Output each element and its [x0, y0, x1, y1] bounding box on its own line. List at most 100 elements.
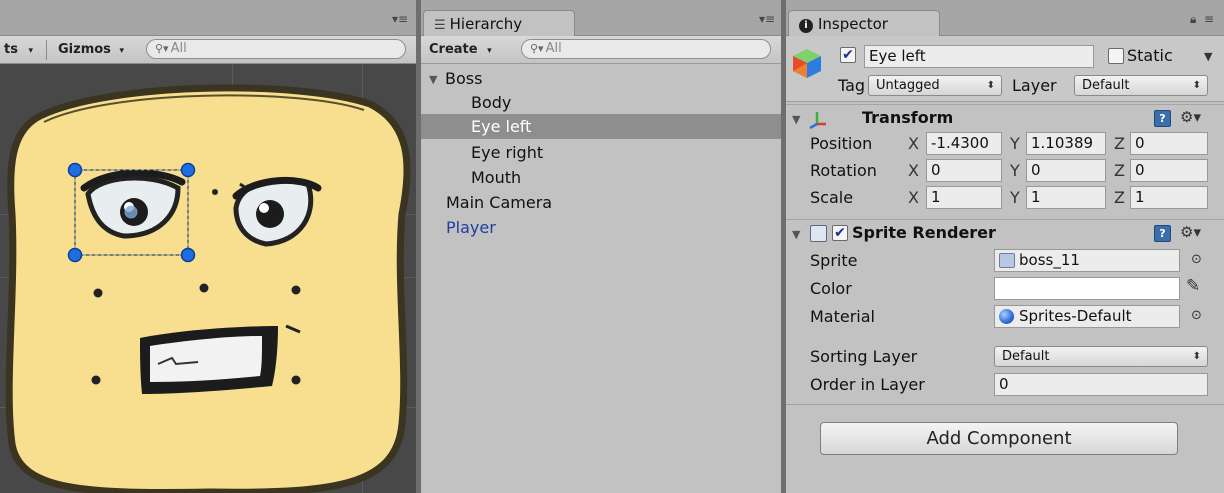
layer-dropdown[interactable]: Default ⬍ [1074, 75, 1208, 96]
rotation-y-field[interactable]: 0 [1026, 159, 1106, 182]
tab-hierarchy[interactable]: ☰ Hierarchy [423, 10, 575, 37]
foldout-arrow-icon[interactable]: ▼ [429, 67, 437, 92]
color-swatch[interactable] [994, 277, 1180, 300]
create-label: Create [429, 42, 478, 57]
axis-x-label: X [908, 134, 919, 153]
rotation-x-field[interactable]: 0 [926, 159, 1002, 182]
hierarchy-item-label: Eye right [471, 143, 544, 162]
static-checkbox[interactable] [1108, 48, 1124, 64]
hierarchy-search-input[interactable]: ⚲▾ All [521, 39, 771, 59]
scene-toolbar: ts ▾ Gizmos ▾ ⚲▾ All [0, 36, 416, 64]
panel-menu-icon[interactable]: ≡ [1204, 12, 1214, 26]
lock-icon[interactable]: 🔒︎ [1190, 12, 1196, 27]
position-x-field[interactable]: -1.4300 [926, 132, 1002, 155]
transform-title: Transform [862, 108, 954, 127]
tab-hierarchy-label: Hierarchy [449, 15, 523, 33]
axis-x-label: X [908, 161, 919, 180]
search-placeholder: All [170, 41, 187, 56]
scene-tabbar: ▾≡ [0, 0, 416, 36]
sprite-field[interactable]: boss_11 [994, 249, 1180, 272]
active-checkbox[interactable]: ✔ [840, 47, 856, 63]
axis-x-label: X [908, 188, 919, 207]
object-picker-icon[interactable]: ⊙ [1191, 252, 1202, 267]
updown-arrow-icon: ⬍ [1192, 80, 1201, 91]
axis-y-label: Y [1010, 188, 1020, 207]
hierarchy-item-main-camera[interactable]: Main Camera [421, 190, 781, 215]
scale-y-field[interactable]: 1 [1026, 186, 1106, 209]
scene-panel: ▾≡ ts ▾ Gizmos ▾ ⚲▾ All [0, 0, 416, 493]
updown-arrow-icon: ⬍ [986, 80, 995, 91]
hierarchy-item-label: Mouth [471, 168, 522, 187]
position-y-field[interactable]: 1.10389 [1026, 132, 1106, 155]
sorting-layer-label: Sorting Layer [810, 347, 918, 366]
hierarchy-item-eye-left[interactable]: Eye left [421, 114, 781, 139]
chevron-down-icon: ▾ [119, 46, 124, 56]
hierarchy-item-body[interactable]: Body [421, 90, 781, 115]
hierarchy-item-label: Eye left [471, 117, 532, 136]
hierarchy-item-label: Player [446, 218, 496, 237]
sprite-renderer-title: Sprite Renderer [852, 223, 996, 242]
scene-search-input[interactable]: ⚲▾ All [146, 39, 406, 59]
inspector-panel: i Inspector 🔒︎ ≡ ✔ Eye left Static ▼ Tag … [786, 0, 1224, 493]
sprite-value: boss_11 [1019, 251, 1080, 269]
sprite-renderer-header[interactable]: ▼ ✔ Sprite Renderer ? ⚙▾ [786, 219, 1224, 247]
static-label: Static [1127, 46, 1173, 65]
component-divider [786, 404, 1224, 405]
hierarchy-item-eye-right[interactable]: Eye right [421, 140, 781, 165]
gear-icon[interactable]: ⚙▾ [1180, 108, 1201, 126]
material-field[interactable]: Sprites-Default [994, 305, 1180, 328]
axis-z-label: Z [1114, 161, 1125, 180]
gizmos-dropdown[interactable]: Gizmos ▾ [58, 41, 124, 59]
object-name-field[interactable]: Eye left [864, 45, 1094, 68]
tag-label: Tag [838, 76, 866, 95]
panel-menu-icon[interactable]: ▾≡ [392, 12, 408, 26]
hierarchy-item-mouth[interactable]: Mouth [421, 165, 781, 190]
foldout-arrow-icon[interactable]: ▼ [792, 113, 800, 126]
sprite-asset-icon [999, 253, 1015, 268]
transform-header[interactable]: ▼ Transform ? ⚙▾ [786, 104, 1224, 132]
eyedropper-icon[interactable]: ✎ [1186, 276, 1200, 296]
help-icon[interactable]: ? [1154, 110, 1171, 127]
search-icon: ⚲▾ [155, 42, 169, 55]
axis-y-label: Y [1010, 134, 1020, 153]
gameobject-header: ✔ Eye left Static ▼ Tag Untagged ⬍ Layer… [786, 36, 1224, 102]
hierarchy-item-label: Body [471, 93, 512, 112]
sorting-layer-dropdown[interactable]: Default ⬍ [994, 346, 1208, 367]
help-icon[interactable]: ? [1154, 225, 1171, 242]
tab-inspector[interactable]: i Inspector [788, 10, 940, 37]
sprite-renderer-enabled-checkbox[interactable]: ✔ [832, 225, 848, 241]
scale-x-field[interactable]: 1 [926, 186, 1002, 209]
add-component-button[interactable]: Add Component [820, 422, 1178, 455]
panel-menu-icon[interactable]: ▾≡ [759, 12, 775, 26]
list-icon: ☰ [434, 18, 446, 33]
chevron-down-icon: ▾ [28, 46, 34, 56]
object-picker-icon[interactable]: ⊙ [1191, 308, 1202, 323]
create-button[interactable]: Create ▾ [429, 40, 492, 60]
gear-icon[interactable]: ⚙▾ [1180, 223, 1201, 241]
boss-sprite[interactable] [0, 64, 416, 493]
chevron-down-icon[interactable]: ▼ [1204, 50, 1212, 63]
order-in-layer-field[interactable]: 0 [994, 373, 1208, 396]
position-label: Position [810, 134, 873, 153]
position-z-field[interactable]: 0 [1130, 132, 1208, 155]
scene-viewport[interactable] [0, 64, 416, 493]
inspector-tabbar: i Inspector 🔒︎ ≡ [786, 0, 1224, 37]
tab-inspector-label: Inspector [818, 15, 888, 33]
hierarchy-item-player[interactable]: Player [421, 215, 781, 240]
material-value: Sprites-Default [1019, 307, 1132, 325]
tag-dropdown[interactable]: Untagged ⬍ [868, 75, 1002, 96]
chevron-down-icon: ▾ [487, 46, 492, 56]
gizmos-label: Gizmos [58, 42, 111, 57]
axis-y-label: Y [1010, 161, 1020, 180]
gameobject-cube-icon [793, 49, 821, 78]
effects-dropdown[interactable]: ts ▾ [4, 41, 33, 59]
hierarchy-item-boss[interactable]: ▼ Boss [421, 66, 781, 91]
foldout-arrow-icon[interactable]: ▼ [792, 228, 800, 241]
toolbar-separator [46, 40, 47, 60]
layer-value: Default [1082, 78, 1130, 93]
hierarchy-toolbar: Create ▾ ⚲▾ All [421, 36, 781, 64]
rotation-z-field[interactable]: 0 [1130, 159, 1208, 182]
axis-z-label: Z [1114, 188, 1125, 207]
scale-z-field[interactable]: 1 [1130, 186, 1208, 209]
transform-axes-icon [809, 112, 826, 129]
